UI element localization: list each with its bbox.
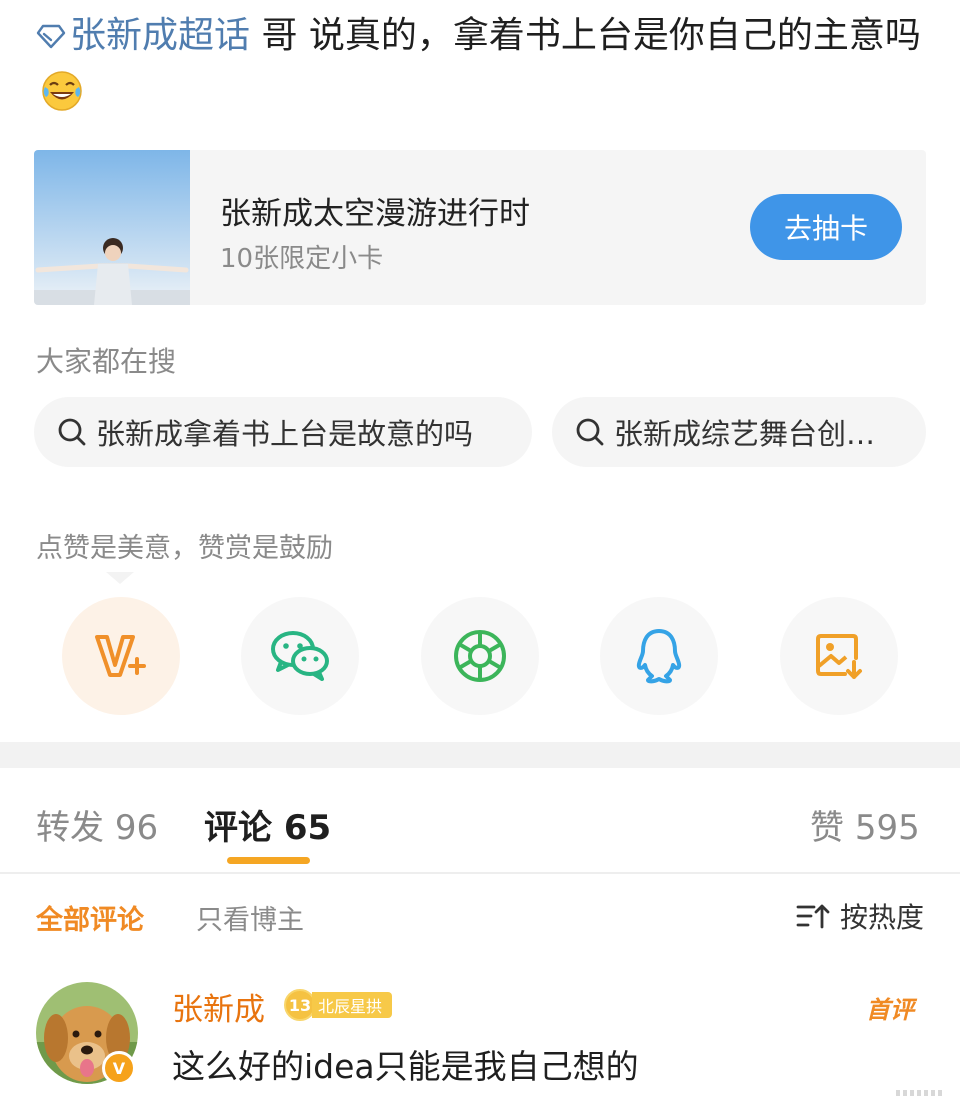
comment-text: 这么好的idea只能是我自己想的 bbox=[172, 1047, 639, 1086]
trending-search-label: 大家都在搜 bbox=[36, 345, 177, 378]
post-body: 哥 说真的，拿着书上台是你自己的主意吗 bbox=[250, 15, 921, 56]
active-tab-indicator bbox=[227, 857, 310, 864]
tab-like-count: 595 bbox=[854, 808, 920, 848]
qq-icon bbox=[636, 629, 682, 684]
watermark-dots-icon bbox=[896, 1090, 942, 1096]
tab-repost-label: 转发 bbox=[36, 808, 104, 848]
post-text: 张新成超话 哥 说真的，拿着书上台是你自己的主意吗 bbox=[36, 8, 926, 122]
sort-label: 按热度 bbox=[840, 901, 925, 934]
reward-label: 点赞是美意，赞赏是鼓励 bbox=[36, 533, 333, 564]
filter-host-only[interactable]: 只看博主 bbox=[196, 898, 304, 937]
super-topic-diamond-icon bbox=[36, 10, 66, 66]
tooltip-pointer bbox=[106, 572, 134, 584]
search-icon bbox=[576, 418, 604, 446]
tab-comment-label: 评论 bbox=[204, 808, 272, 848]
search-icon bbox=[58, 418, 86, 446]
card-draw-banner[interactable]: 张新成太空漫游进行时 10张限定小卡 去抽卡 bbox=[34, 150, 926, 305]
trending-search-text: 张新成拿着书上台是故意的吗 bbox=[96, 417, 474, 451]
super-topic-link[interactable]: 张新成超话 bbox=[70, 15, 250, 56]
section-divider bbox=[0, 742, 960, 768]
card-title: 张新成太空漫游进行时 bbox=[220, 196, 530, 232]
trending-search-chip[interactable]: 张新成拿着书上台是故意的吗 bbox=[34, 397, 532, 467]
sort-by-hot-button[interactable]: 按热度 bbox=[796, 896, 924, 936]
moments-icon bbox=[454, 630, 506, 682]
reward-button[interactable] bbox=[62, 597, 180, 715]
tab-divider bbox=[0, 872, 960, 874]
fan-level-badge: 13 北辰星拱 bbox=[284, 989, 393, 1021]
comment-username[interactable]: 张新成 bbox=[172, 984, 265, 1029]
share-qq-button[interactable] bbox=[600, 597, 718, 715]
tab-repost[interactable]: 转发 96 bbox=[36, 800, 158, 849]
v-plus-icon bbox=[95, 635, 146, 677]
tab-like-label: 赞 bbox=[810, 808, 844, 848]
trending-search-chip[interactable]: 张新成综艺舞台创… bbox=[552, 397, 926, 467]
filter-all-comments[interactable]: 全部评论 bbox=[36, 898, 144, 937]
draw-card-button[interactable]: 去抽卡 bbox=[750, 194, 902, 260]
save-image-icon bbox=[816, 634, 862, 679]
laughing-tears-emoji-icon bbox=[40, 69, 84, 113]
wechat-icon bbox=[271, 631, 329, 681]
tab-comment-count: 65 bbox=[283, 808, 332, 848]
share-wechat-button[interactable] bbox=[241, 597, 359, 715]
save-image-button[interactable] bbox=[780, 597, 898, 715]
sort-icon bbox=[796, 904, 830, 929]
fan-level-title: 北辰星拱 bbox=[312, 992, 393, 1018]
first-comment-badge: 首评 bbox=[866, 996, 914, 1024]
tab-like[interactable]: 赞 595 bbox=[810, 800, 920, 849]
card-subtitle: 10张限定小卡 bbox=[220, 244, 384, 274]
card-cover-image bbox=[34, 150, 190, 305]
verified-badge-icon: V bbox=[102, 1051, 136, 1085]
share-moments-button[interactable] bbox=[421, 597, 539, 715]
tab-comment[interactable]: 评论 65 bbox=[204, 800, 331, 849]
tab-repost-count: 96 bbox=[114, 808, 159, 848]
trending-search-text: 张新成综艺舞台创… bbox=[614, 417, 876, 451]
